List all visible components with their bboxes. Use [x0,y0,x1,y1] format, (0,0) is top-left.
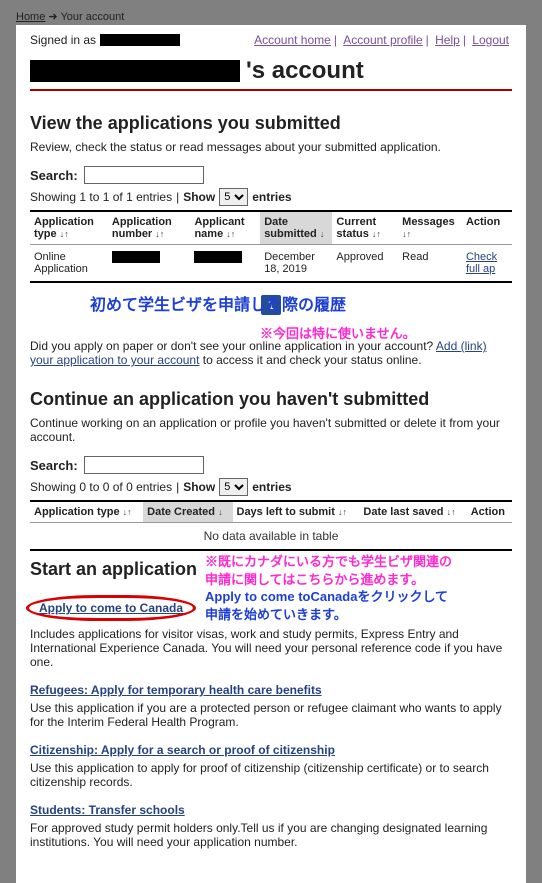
cell-app-name-redacted [194,251,242,263]
sort-down-icon: ↓ [320,229,325,239]
col2-app-type[interactable]: Application type ↓↑ [30,501,143,523]
cell-app-number-redacted [112,251,160,263]
breadcrumb-current: Your account [60,11,124,23]
col2-action: Action [467,501,512,523]
col-app-type[interactable]: Application type ↓↑ [30,211,108,245]
continue-search-label: Search: [30,458,78,473]
col2-date-saved[interactable]: Date last saved ↓↑ [359,501,466,523]
submitted-entries-label: entries [252,190,291,204]
annotation-pink-2b: 申請に関してはこちらから進めます。 [205,571,512,589]
continue-table: Application type ↓↑ Date Created ↓ Days … [30,500,512,551]
link-citizenship[interactable]: Citizenship: Apply for a search or proof… [30,743,335,757]
col-messages[interactable]: Messages ↓↑ [398,211,462,245]
continue-showing: Showing 0 to 0 of 0 entries [30,480,172,494]
link-refugees[interactable]: Refugees: Apply for temporary health car… [30,683,322,697]
col-date-submitted[interactable]: Date submitted ↓ [260,211,332,245]
signed-in-name-redacted [100,34,180,46]
link-apply-to-come[interactable]: Apply to come to Canada [39,601,183,615]
col2-date-created[interactable]: Date Created ↓ [143,501,232,523]
col2-days-left[interactable]: Days left to submit ↓↑ [233,501,360,523]
red-circle-highlight: Apply to come to Canada [26,595,196,621]
start-heading: Start an application [30,559,197,580]
cell-app-type: Online Application [30,245,108,283]
top-links: Account home| Account profile| Help| Log… [251,33,512,47]
sort-icon: ↓↑ [402,229,411,239]
annotation-blue-1: 初めて学生ビザを申請した際の履歴 [90,291,346,315]
page-title: 's account [30,57,512,91]
logout-link[interactable]: Logout [472,33,509,47]
submitted-show-label: Show [183,190,215,204]
submitted-showing: Showing 1 to 1 of 1 entries [30,190,172,204]
continue-desc: Continue working on an application or pr… [30,416,512,444]
annotation-pink-2a: ※既にカナダにいる方でも学生ビザ関連の [205,553,512,571]
refugees-desc: Use this application if you are a protec… [30,701,512,729]
annotation-blue-2a: Apply to come toCanadaをクリックして [205,588,512,606]
help-link[interactable]: Help [435,33,460,47]
page-title-suffix: 's account [246,57,364,85]
students-desc: For approved study permit holders only.T… [30,821,512,849]
submitted-table: Application type ↓↑ Application number ↓… [30,210,512,283]
sort-icon: ↓↑ [447,507,456,517]
submitted-search-input[interactable] [84,166,204,184]
continue-show-select[interactable]: 5 [219,478,248,496]
cell-date: December 18, 2019 [260,245,332,283]
submitted-heading: View the applications you submitted [30,113,512,134]
account-profile-link[interactable]: Account profile [343,33,422,47]
submitted-footer-para: Did you apply on paper or don't see your… [30,339,512,367]
sort-icon: ↓↑ [123,507,132,517]
sort-down-icon: ↓ [218,507,223,517]
col-current-status[interactable]: Current status ↓↑ [332,211,398,245]
continue-show-label: Show [183,480,215,494]
cell-messages: Read [398,245,462,283]
cell-action-link[interactable]: Check full ap [466,251,497,275]
continue-entries-label: entries [252,480,291,494]
sort-icon: ↓↑ [60,229,69,239]
continue-search-input[interactable] [84,456,204,474]
annotation-pink-1: ※今回は特に使いません。 [260,323,416,342]
submitted-search-label: Search: [30,168,78,183]
sort-icon: ↓↑ [155,229,164,239]
col-app-number[interactable]: Application number ↓↑ [108,211,191,245]
link-students[interactable]: Students: Transfer schools [30,803,185,817]
account-home-link[interactable]: Account home [254,33,331,47]
submitted-show-select[interactable]: 5 [219,188,248,206]
sort-icon: ↓↑ [338,507,347,517]
account-name-redacted [30,60,240,82]
submitted-desc: Review, check the status or read message… [30,140,512,154]
breadcrumb-home[interactable]: Home [16,11,45,23]
apply-desc: Includes applications for visitor visas,… [30,627,512,669]
breadcrumb: Home ➜ Your account [16,10,526,23]
annotation-blue-2b: 申請を始めていきます。 [205,606,512,624]
table-row: Online Application December 18, 2019 App… [30,245,512,283]
breadcrumb-arrow: ➜ [48,11,57,23]
col-app-name[interactable]: Applicant name ↓↑ [190,211,260,245]
sort-icon: ↓↑ [226,229,235,239]
sort-icon: ↓↑ [372,229,381,239]
continue-heading: Continue an application you haven't subm… [30,389,512,410]
cell-status: Approved [332,245,398,283]
citizenship-desc: Use this application to apply for proof … [30,761,512,789]
signed-in-label: Signed in as [30,33,96,47]
col-action: Action [462,211,512,245]
continue-no-data: No data available in table [30,523,512,551]
